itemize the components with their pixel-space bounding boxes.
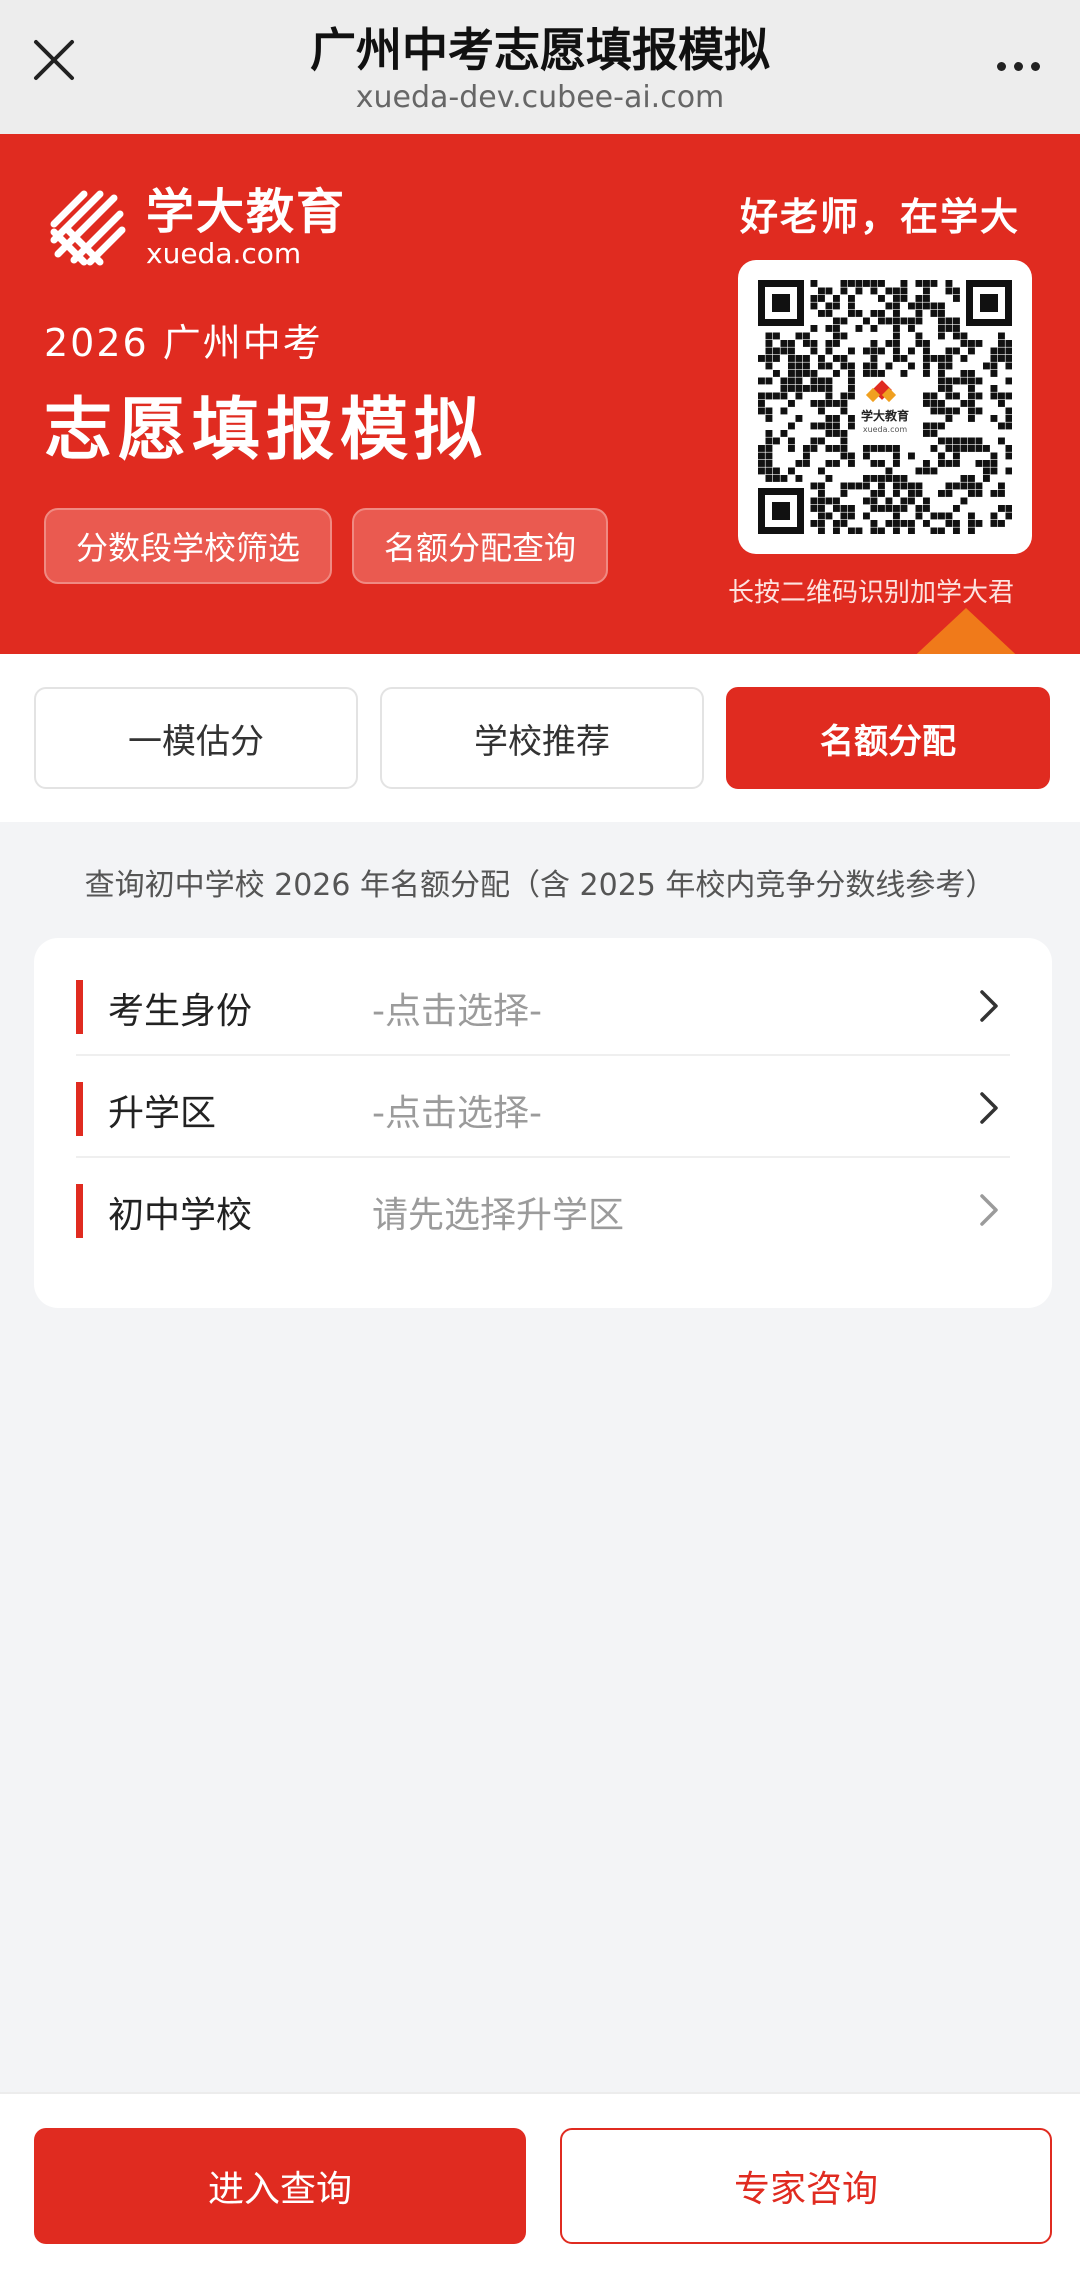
bottom-action-bar: 进入查询 专家咨询 xyxy=(0,2092,1080,2275)
logo-text-en: xueda.com xyxy=(146,237,302,270)
row-value[interactable]: -点击选择- xyxy=(372,1084,542,1136)
row-value[interactable]: 请先选择升学区 xyxy=(372,1186,624,1238)
quota-query-chip[interactable]: 名额分配查询 xyxy=(352,508,608,584)
row-label: 升学区 xyxy=(108,1093,217,1134)
score-range-filter-chip[interactable]: 分数段学校筛选 xyxy=(44,508,332,584)
tab-quota-allocation[interactable]: 名额分配 xyxy=(726,687,1050,789)
qr-center-text-en: xueda.com xyxy=(863,425,908,434)
expert-consult-button[interactable]: 专家咨询 xyxy=(560,2128,1052,2244)
form-row-student-identity[interactable]: 考生身份 -点击选择- xyxy=(76,954,1010,1056)
row-label: 考生身份 xyxy=(108,991,253,1032)
tab-mock-score[interactable]: 一模估分 xyxy=(34,687,358,789)
orange-pointer-decoration xyxy=(916,608,1016,654)
form-row-junior-school[interactable]: 初中学校 请先选择升学区 xyxy=(76,1158,1010,1260)
form-row-district[interactable]: 升学区 -点击选择- xyxy=(76,1056,1010,1158)
brand-logo: 学大教育 xueda.com xyxy=(44,184,346,272)
hero-banner: 学大教育 xueda.com 2026 广州中考 志愿填报模拟 分数段学校筛选 … xyxy=(0,134,1080,654)
row-label: 初中学校 xyxy=(108,1195,253,1236)
enter-query-button[interactable]: 进入查询 xyxy=(34,2128,526,2244)
chevron-right-icon xyxy=(980,990,998,1022)
row-accent-bar xyxy=(76,1082,83,1136)
row-value[interactable]: -点击选择- xyxy=(372,982,542,1034)
chevron-right-icon xyxy=(980,1092,998,1124)
xueda-logo-icon xyxy=(50,190,126,266)
more-icon[interactable] xyxy=(988,36,1048,96)
qr-code-image: 学大教育 xueda.com xyxy=(758,280,1013,535)
banner-subtitle: 2026 广州中考 xyxy=(44,321,323,365)
qr-center-text-cn: 学大教育 xyxy=(861,408,909,423)
logo-text-cn: 学大教育 xyxy=(146,184,347,240)
query-form-card: 考生身份 -点击选择- 升学区 -点击选择- 初中学校 请先选择升学区 xyxy=(34,938,1052,1308)
qr-code[interactable]: 学大教育 xueda.com xyxy=(738,260,1032,554)
section-description: 查询初中学校 2026 年名额分配（含 2025 年校内竞争分数线参考） xyxy=(84,868,996,903)
row-accent-bar xyxy=(76,980,83,1034)
tab-bar: 一模估分 学校推荐 名额分配 xyxy=(0,654,1080,822)
banner-title: 志愿填报模拟 xyxy=(44,391,489,470)
page-title: 广州中考志愿填报模拟 xyxy=(310,23,770,77)
row-accent-bar xyxy=(76,1184,83,1238)
tab-school-recommend[interactable]: 学校推荐 xyxy=(380,687,704,789)
chevron-right-icon xyxy=(980,1194,998,1226)
top-nav-bar: 广州中考志愿填报模拟 xueda-dev.cubee-ai.com xyxy=(0,0,1080,134)
page-url: xueda-dev.cubee-ai.com xyxy=(355,80,725,115)
banner-slogan: 好老师，在学大 xyxy=(740,195,1021,239)
